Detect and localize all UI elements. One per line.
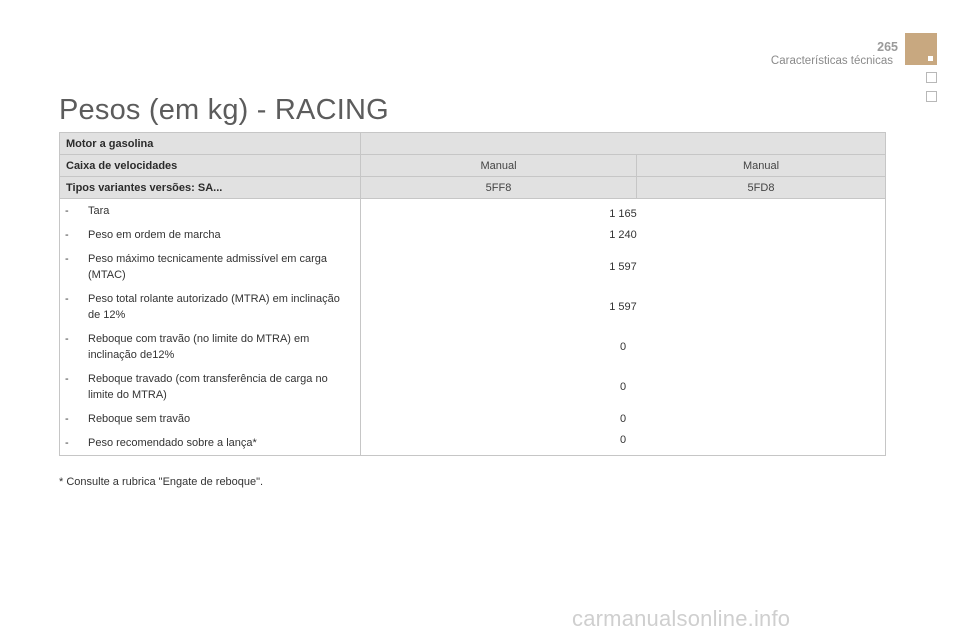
table-row: - Reboque sem travão 0 — [59, 407, 886, 431]
bullet-dash: - — [65, 293, 69, 305]
footnote: * Consulte a rubrica "Engate de reboque"… — [59, 476, 264, 488]
tab-marker-icon — [928, 56, 933, 61]
chapter-tab-active[interactable] — [905, 33, 937, 65]
row-label: - Tara — [59, 198, 361, 223]
row-value: 1 240 — [609, 229, 637, 241]
bullet-dash: - — [65, 205, 69, 217]
table-row: - Peso recomendado sobre a lança* 0 — [59, 431, 886, 456]
bullet-dash: - — [65, 253, 69, 265]
row-label: - Reboque com travão (no limite do MTRA) … — [59, 327, 361, 367]
weights-table: Motor a gasolina Caixa de velocidades Ma… — [59, 132, 886, 456]
row-label: - Peso total rolante autorizado (MTRA) em… — [59, 287, 361, 327]
bullet-dash: - — [65, 229, 69, 241]
row-label: - Reboque sem travão — [59, 407, 361, 431]
section-title: Características técnicas — [770, 55, 893, 67]
chapter-tab[interactable] — [926, 72, 937, 83]
page-title: Pesos (em kg) - RACING — [59, 94, 389, 126]
row-label: - Peso máximo tecnicamente admissível em … — [59, 247, 361, 287]
table-row: - Peso máximo tecnicamente admissível em … — [59, 247, 886, 287]
engine-label: Motor a gasolina — [59, 132, 361, 155]
table-row: - Reboque com travão (no limite do MTRA) … — [59, 327, 886, 367]
engine-header-row: Motor a gasolina — [59, 132, 886, 155]
row-label: - Reboque travado (com transferência de c… — [59, 367, 361, 407]
gearbox-value-1: Manual — [360, 154, 637, 177]
table-row: - Peso em ordem de marcha 1 240 — [59, 223, 886, 247]
row-value: 1 597 — [609, 261, 637, 273]
site-watermark: carmanualsonline.info — [572, 606, 791, 631]
row-value: 1 165 — [609, 208, 637, 220]
chapter-tab[interactable] — [926, 91, 937, 102]
bullet-dash: - — [65, 333, 69, 345]
variants-header-row: Tipos variantes versões: SA... 5FF8 5FD8 — [59, 176, 886, 199]
table-row: - Reboque travado (com transferência de c… — [59, 367, 886, 407]
row-value: 0 — [619, 434, 627, 446]
row-value: 1 597 — [609, 301, 637, 313]
gearbox-header-row: Caixa de velocidades Manual Manual — [59, 154, 886, 177]
bullet-dash: - — [65, 413, 69, 425]
bullet-dash: - — [65, 373, 69, 385]
row-value: 0 — [619, 341, 627, 353]
bullet-dash: - — [65, 437, 69, 449]
table-row: - Peso total rolante autorizado (MTRA) em… — [59, 287, 886, 327]
gearbox-value-2: Manual — [636, 154, 886, 177]
engine-value-cell — [360, 132, 886, 155]
page-number: 265 — [877, 40, 898, 54]
row-value: 0 — [619, 381, 627, 393]
variants-label: Tipos variantes versões: SA... — [59, 176, 361, 199]
row-label: - Peso recomendado sobre a lança* — [59, 431, 361, 456]
variant-value-1: 5FF8 — [360, 176, 637, 199]
gearbox-label: Caixa de velocidades — [59, 154, 361, 177]
variant-value-2: 5FD8 — [636, 176, 886, 199]
row-label: - Peso em ordem de marcha — [59, 223, 361, 247]
table-row: - Tara 1 165 — [59, 198, 886, 223]
row-value: 0 — [619, 413, 627, 425]
